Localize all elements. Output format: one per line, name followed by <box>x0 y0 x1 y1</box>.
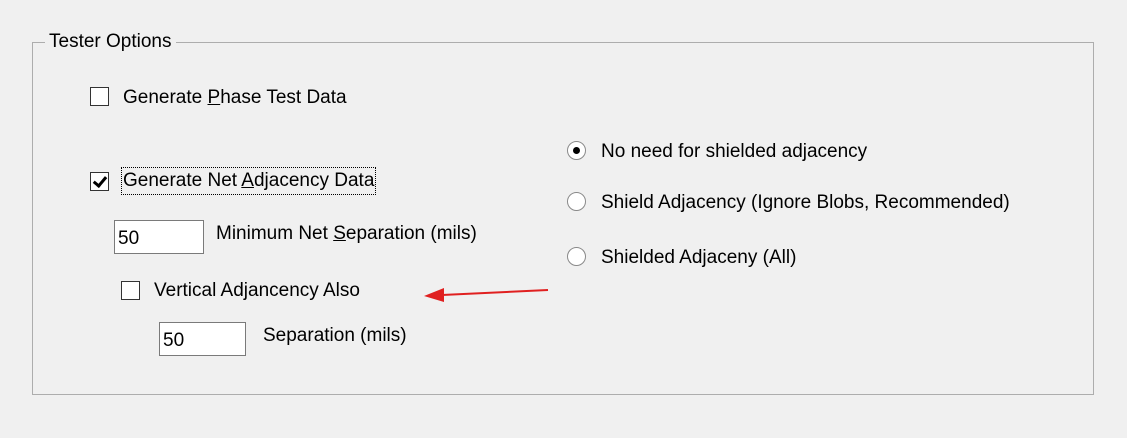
radio-shield-adjacency[interactable] <box>567 192 586 211</box>
phase-test-label-after: hase Test Data <box>220 87 347 108</box>
radio-no-shielded-adjacency[interactable] <box>567 141 586 160</box>
annotation-arrow-icon <box>424 288 549 302</box>
min-separation-label-after: eparation (mils) <box>345 223 477 244</box>
radio-shield-adjacency-label[interactable]: Shield Adjacency (Ignore Blobs, Recommen… <box>601 191 1010 215</box>
min-separation-input[interactable]: 50 <box>114 220 204 254</box>
annotation-arrow-shaft <box>441 289 549 296</box>
min-separation-label-mnemonic: S <box>333 223 346 244</box>
min-separation-label: Minimum Net Separation (mils) <box>216 222 477 246</box>
annotation-arrow-head <box>424 288 444 302</box>
vertical-adjacency-checkbox[interactable] <box>121 281 140 300</box>
net-adjacency-label-mnemonic: A <box>241 170 254 191</box>
radio-shielded-adjacency-all-label[interactable]: Shielded Adjaceny (All) <box>601 246 796 270</box>
phase-test-label-before: Generate <box>123 87 208 108</box>
radio-no-shielded-adjacency-label[interactable]: No need for shielded adjacency <box>601 140 867 164</box>
net-adjacency-checkbox[interactable] <box>90 172 109 191</box>
phase-test-checkbox[interactable] <box>90 87 109 106</box>
vertical-separation-input[interactable]: 50 <box>159 322 246 356</box>
net-adjacency-label-before: Generate Net <box>123 170 242 191</box>
vertical-separation-label: Separation (mils) <box>263 325 407 346</box>
phase-test-label[interactable]: Generate Phase Test Data <box>123 86 347 110</box>
net-adjacency-label[interactable]: Generate Net Adjacency Data <box>120 167 377 195</box>
min-separation-label-before: Minimum Net <box>216 223 334 244</box>
vertical-adjacency-label[interactable]: Vertical Adjancency Also <box>154 279 360 303</box>
groupbox-title: Tester Options <box>45 30 176 54</box>
phase-test-label-mnemonic: P <box>207 87 221 108</box>
radio-shielded-adjacency-all[interactable] <box>567 247 586 266</box>
net-adjacency-label-after: djacency Data <box>253 170 375 191</box>
